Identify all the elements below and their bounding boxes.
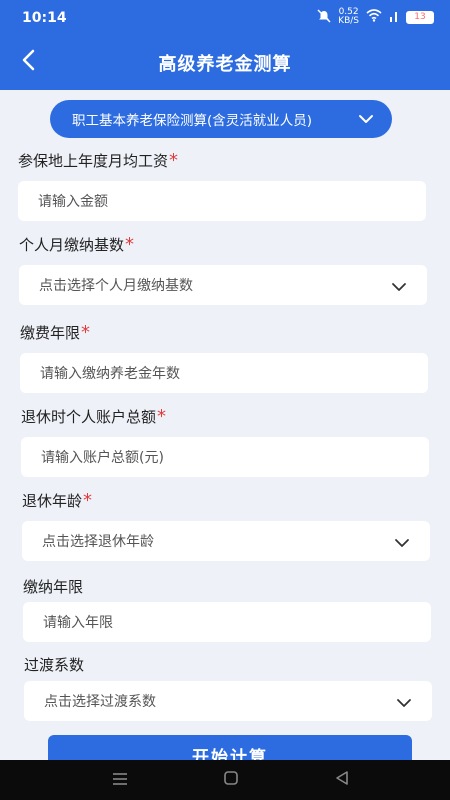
transition-coefficient-select[interactable]: 点击选择过渡系数 bbox=[24, 681, 432, 721]
home-icon bbox=[223, 770, 239, 790]
status-bar: 10:14 0.52 KB/S 13 bbox=[0, 0, 450, 34]
battery-level: 13 bbox=[414, 12, 426, 22]
contribution-base-select[interactable]: 点击选择个人月缴纳基数 bbox=[19, 265, 427, 305]
transition-coefficient-label-text: 过渡系数 bbox=[24, 656, 85, 674]
required-mark: * bbox=[157, 406, 167, 427]
payment-years-label: 缴费年限* bbox=[20, 322, 90, 343]
payment-years-input[interactable]: 请输入缴纳养老金年数 bbox=[20, 353, 428, 393]
calculate-button[interactable]: 开始计算 bbox=[48, 735, 412, 760]
back-nav-button[interactable] bbox=[330, 768, 354, 792]
avg-wage-input[interactable]: 请输入金额 bbox=[18, 181, 426, 221]
required-mark: * bbox=[169, 150, 179, 171]
retirement-age-label: 退休年龄* bbox=[22, 490, 92, 511]
menu-button[interactable] bbox=[108, 768, 132, 792]
system-nav-bar bbox=[0, 760, 450, 800]
payment-years-placeholder: 请输入缴纳养老金年数 bbox=[40, 366, 180, 382]
avg-wage-label: 参保地上年度月均工资* bbox=[18, 150, 178, 171]
account-total-placeholder: 请输入账户总额(元) bbox=[41, 450, 164, 466]
contribution-base-placeholder: 点击选择个人月缴纳基数 bbox=[39, 278, 193, 294]
contribution-base-label-text: 个人月缴纳基数 bbox=[19, 236, 125, 254]
payment-years-label-text: 缴费年限 bbox=[20, 324, 81, 342]
account-total-input[interactable]: 请输入账户总额(元) bbox=[21, 437, 429, 477]
required-mark: * bbox=[81, 322, 91, 343]
transition-coefficient-label: 过渡系数 bbox=[24, 654, 84, 675]
menu-icon bbox=[111, 771, 129, 790]
contribution-years-placeholder: 请输入年限 bbox=[43, 615, 113, 631]
net-speed: 0.52 KB/S bbox=[338, 8, 359, 26]
battery-icon: 13 bbox=[406, 10, 434, 24]
chevron-down-icon bbox=[394, 536, 410, 552]
avg-wage-placeholder: 请输入金额 bbox=[38, 194, 108, 210]
wifi-icon bbox=[366, 9, 382, 25]
triangle-back-icon bbox=[334, 770, 350, 790]
status-time: 10:14 bbox=[22, 10, 67, 26]
chevron-down-icon bbox=[391, 280, 407, 296]
account-total-label-text: 退休时个人账户总额 bbox=[21, 408, 157, 426]
transition-coefficient-placeholder: 点击选择过渡系数 bbox=[44, 694, 156, 710]
app-header: 高级养老金测算 bbox=[0, 34, 450, 90]
retirement-age-select[interactable]: 点击选择退休年龄 bbox=[22, 521, 430, 561]
form-content: 职工基本养老保险测算(含灵活就业人员) 参保地上年度月均工资* 请输入金额 个人… bbox=[0, 90, 450, 760]
signal-icon bbox=[389, 10, 399, 25]
chevron-down-icon bbox=[396, 696, 412, 712]
net-speed-unit: KB/S bbox=[338, 16, 359, 26]
page-title: 高级养老金测算 bbox=[158, 54, 292, 75]
contribution-years-input[interactable]: 请输入年限 bbox=[23, 602, 431, 642]
chevron-down-icon bbox=[358, 112, 374, 128]
insurance-type-selector[interactable]: 职工基本养老保险测算(含灵活就业人员) bbox=[50, 100, 392, 138]
account-total-label: 退休时个人账户总额* bbox=[21, 406, 166, 427]
mute-icon bbox=[317, 8, 331, 26]
contribution-base-label: 个人月缴纳基数* bbox=[19, 234, 134, 255]
contribution-years-label-text: 缴纳年限 bbox=[23, 578, 84, 596]
status-icons: 0.52 KB/S 13 bbox=[317, 7, 434, 27]
retirement-age-label-text: 退休年龄 bbox=[22, 492, 83, 510]
home-button[interactable] bbox=[219, 768, 243, 792]
required-mark: * bbox=[83, 490, 93, 511]
retirement-age-placeholder: 点击选择退休年龄 bbox=[42, 534, 154, 550]
contribution-years-label: 缴纳年限 bbox=[23, 576, 83, 597]
avg-wage-label-text: 参保地上年度月均工资 bbox=[18, 152, 169, 170]
required-mark: * bbox=[125, 234, 135, 255]
insurance-type-label: 职工基本养老保险测算(含灵活就业人员) bbox=[72, 113, 313, 129]
